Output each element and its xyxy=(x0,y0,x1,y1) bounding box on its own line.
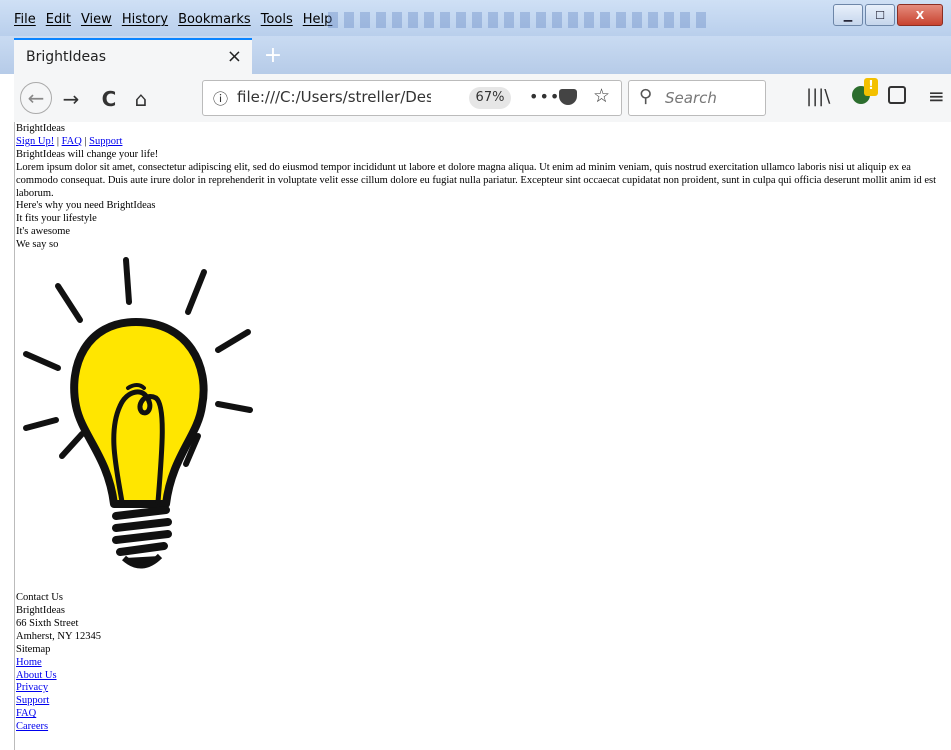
lorem-paragraph: Lorem ipsum dolor sit amet, consectetur … xyxy=(16,161,937,199)
sitemap-privacy-link[interactable]: Privacy xyxy=(16,682,48,693)
sitemap-heading: Sitemap xyxy=(16,643,51,655)
menu-tools[interactable]: Tools xyxy=(261,12,293,27)
sitemap-about-link[interactable]: About Us xyxy=(16,670,57,681)
search-icon: ⚲ xyxy=(639,86,653,107)
info-icon[interactable]: ⓘ xyxy=(213,88,228,109)
menu-edit[interactable]: Edit xyxy=(46,12,71,27)
pocket-icon[interactable] xyxy=(559,89,577,105)
search-box[interactable]: ⚲ Search xyxy=(628,80,766,116)
reload-icon[interactable]: C xyxy=(94,84,124,114)
contact-heading: Contact Us xyxy=(16,592,63,604)
url-text[interactable]: file:///C:/Users/streller/Deskto xyxy=(237,88,431,106)
close-window-button[interactable]: X xyxy=(897,4,943,26)
hamburger-menu-icon[interactable]: ≡ xyxy=(928,84,945,108)
tab-title: BrightIdeas xyxy=(26,49,107,65)
menu-file[interactable]: File xyxy=(14,12,36,27)
sitemap-support-link[interactable]: Support xyxy=(16,695,49,706)
maximize-button[interactable]: ☐ xyxy=(865,4,895,26)
reason-item: It fits your lifestyle xyxy=(16,213,97,225)
search-placeholder: Search xyxy=(665,89,717,107)
nav-faq-link[interactable]: FAQ xyxy=(62,136,82,147)
sitemap-faq-link[interactable]: FAQ xyxy=(16,708,36,719)
home-icon[interactable]: ⌂ xyxy=(126,84,156,114)
page-viewport: BrightIdeas Sign Up! | FAQ | Support Bri… xyxy=(14,122,951,750)
menu-bar: File Edit View History Bookmarks Tools H… xyxy=(14,12,332,27)
headline: BrightIdeas will change your life! xyxy=(16,148,159,160)
menu-view[interactable]: View xyxy=(81,12,112,27)
nav-support-link[interactable]: Support xyxy=(89,136,122,147)
menu-bookmarks[interactable]: Bookmarks xyxy=(178,12,251,27)
nav-separator: | xyxy=(56,135,59,147)
page-content: BrightIdeas Sign Up! | FAQ | Support Bri… xyxy=(15,122,951,734)
sidebar-icon[interactable] xyxy=(888,86,906,104)
why-heading: Here's why you need BrightIdeas xyxy=(16,200,156,212)
reason-item: It's awesome xyxy=(16,226,71,238)
new-tab-button[interactable]: + xyxy=(260,42,286,68)
extension-badge: ! xyxy=(864,78,878,96)
tab-close-icon[interactable]: × xyxy=(227,46,242,67)
background-window-ghost xyxy=(328,12,708,28)
bookmark-star-icon[interactable]: ☆ xyxy=(593,85,610,107)
menu-history[interactable]: History xyxy=(122,12,168,27)
reason-item: We say so xyxy=(16,239,59,251)
site-brand: BrightIdeas xyxy=(16,123,65,134)
page-actions-icon[interactable]: ••• xyxy=(529,87,560,106)
nav-separator: | xyxy=(84,135,87,147)
title-bar: File Edit View History Bookmarks Tools H… xyxy=(0,0,951,36)
minimize-button[interactable]: ▁ xyxy=(833,4,863,26)
forward-icon[interactable]: → xyxy=(56,84,86,114)
window-controls: ▁ ☐ X xyxy=(833,4,943,26)
contact-street: 66 Sixth Street xyxy=(16,617,79,629)
nav-sign-up-link[interactable]: Sign Up! xyxy=(16,136,54,147)
site-nav: Sign Up! | FAQ | Support xyxy=(16,136,951,149)
navigation-toolbar: ← → C ⌂ ⓘ file:///C:/Users/streller/Desk… xyxy=(14,74,951,123)
zoom-indicator[interactable]: 67% xyxy=(469,87,511,109)
tab-brightideas[interactable]: BrightIdeas × xyxy=(14,38,252,74)
sitemap-careers-link[interactable]: Careers xyxy=(16,721,48,732)
contact-name: BrightIdeas xyxy=(16,604,65,616)
lightbulb-image xyxy=(23,257,253,569)
address-bar[interactable]: ⓘ file:///C:/Users/streller/Deskto 67% •… xyxy=(202,80,622,116)
contact-city: Amherst, NY 12345 xyxy=(16,630,102,642)
back-icon[interactable]: ← xyxy=(20,82,52,114)
sitemap-home-link[interactable]: Home xyxy=(16,657,42,668)
library-icon[interactable]: |||\ xyxy=(806,86,830,107)
